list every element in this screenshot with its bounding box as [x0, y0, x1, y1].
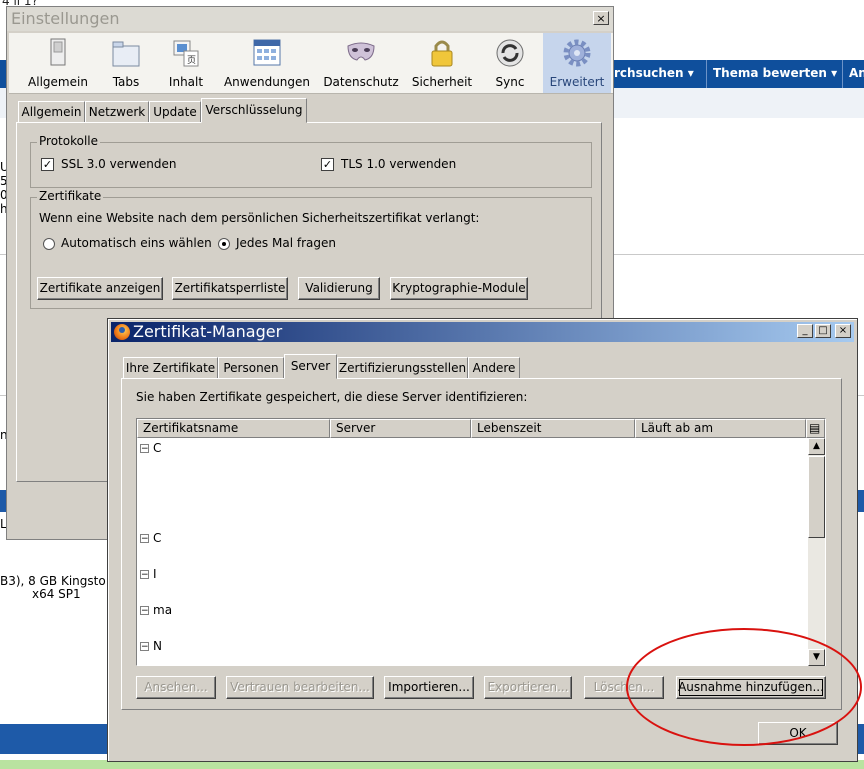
collapse-icon[interactable]: −: [140, 534, 149, 544]
column-header-name[interactable]: Zertifikatsname: [137, 419, 330, 438]
highlight-annotation-ellipse: [626, 628, 862, 746]
radio-auto-select[interactable]: [43, 238, 55, 250]
toolbar-item-tabs[interactable]: Tabs: [101, 33, 151, 93]
toolbar-item-sync[interactable]: Sync: [483, 33, 537, 93]
settings-title: Einstellungen: [11, 9, 120, 28]
import-button[interactable]: Importieren...: [384, 676, 474, 699]
ssl-label: SSL 3.0 verwenden: [61, 157, 177, 171]
applications-icon: [253, 39, 281, 66]
edit-trust-button[interactable]: Vertrauen bearbeiten...: [226, 676, 374, 699]
background-system-info: B3), 8 GB Kingsto: [0, 574, 106, 588]
tab-network[interactable]: Netzwerk: [85, 101, 149, 123]
column-header-server[interactable]: Server: [330, 419, 471, 438]
list-item[interactable]: − C: [140, 531, 161, 545]
column-picker-icon[interactable]: ▤: [806, 419, 825, 438]
radio-ask-every-time-label: Jedes Mal fragen: [236, 236, 336, 250]
scroll-up-icon[interactable]: ▲: [808, 438, 825, 455]
toolbar-label: Anwendungen: [223, 75, 311, 89]
close-button[interactable]: ×: [835, 324, 851, 338]
certificate-group-name: C: [153, 441, 162, 455]
export-button[interactable]: Exportieren...: [484, 676, 572, 699]
certificate-manager-title: Zertifikat-Manager: [133, 322, 283, 341]
settings-close-button[interactable]: ×: [593, 11, 609, 25]
toolbar-label: Sicherheit: [411, 75, 473, 89]
collapse-icon[interactable]: −: [140, 642, 149, 652]
column-header-lifetime[interactable]: Lebenszeit: [471, 419, 635, 438]
toolbar-label: Tabs: [112, 75, 140, 89]
certificate-group-name: I: [153, 567, 157, 581]
collapse-icon[interactable]: −: [140, 606, 149, 616]
radio-ask-every-time[interactable]: [218, 238, 230, 250]
settings-toolbar: Allgemein Tabs 页 Inhalt Anwendungen Date…: [9, 33, 613, 94]
nav-separator: [706, 60, 707, 88]
sync-icon: [496, 39, 524, 67]
scroll-thumb[interactable]: [808, 456, 825, 538]
tab-encryption[interactable]: Verschlüsselung: [201, 98, 307, 123]
collapse-icon[interactable]: −: [140, 570, 149, 580]
maximize-button[interactable]: □: [815, 324, 831, 338]
ssl-checkbox[interactable]: ✓: [41, 158, 54, 171]
list-item[interactable]: − I: [140, 567, 157, 581]
switch-icon: [50, 38, 66, 66]
certificates-group: Zertifikate Wenn eine Website nach dem p…: [30, 189, 592, 309]
certificate-group-name: ma: [153, 603, 173, 617]
nav-item-search[interactable]: rchsuchen ▾: [614, 66, 694, 80]
settings-titlebar[interactable]: Einstellungen ×: [7, 7, 613, 31]
nav-item-more[interactable]: An: [849, 66, 864, 80]
toolbar-item-general[interactable]: Allgemein: [25, 33, 91, 93]
column-header-expires[interactable]: Läuft ab am: [635, 419, 806, 438]
tab-authorities[interactable]: Zertifizierungsstellen: [337, 357, 468, 379]
background-system-info: x64 SP1: [32, 587, 81, 601]
firefox-icon: [114, 324, 130, 340]
toolbar-label: Inhalt: [168, 75, 204, 89]
tls-checkbox[interactable]: ✓: [321, 158, 334, 171]
view-certificates-button[interactable]: Zertifikate anzeigen: [37, 277, 163, 300]
certificates-description: Wenn eine Website nach dem persönlichen …: [39, 211, 480, 225]
list-item[interactable]: − ma: [140, 603, 172, 617]
toolbar-label: Erweitert: [549, 75, 605, 89]
toolbar-item-security[interactable]: Sicherheit: [409, 33, 475, 93]
list-item[interactable]: − C: [140, 441, 161, 455]
protocols-group: Protokolle ✓ SSL 3.0 verwenden ✓ TLS 1.0…: [30, 134, 592, 188]
tabs-icon: [112, 41, 140, 67]
nav-item-rate-thread[interactable]: Thema bewerten ▾: [713, 66, 837, 80]
certificate-group-name: C: [153, 531, 162, 545]
tab-servers[interactable]: Server: [284, 354, 337, 379]
certificate-manager-titlebar[interactable]: Zertifikat-Manager _ □ ×: [111, 322, 854, 342]
radio-auto-select-label: Automatisch eins wählen: [61, 236, 212, 250]
security-devices-button[interactable]: Kryptographie-Module: [390, 277, 528, 300]
revocation-list-button[interactable]: Zertifikatsperrliste: [172, 277, 288, 300]
tab-your-certificates[interactable]: Ihre Zertifikate: [123, 357, 218, 379]
view-button[interactable]: Ansehen...: [136, 676, 216, 699]
tab-update[interactable]: Update: [149, 101, 201, 123]
svg-text:页: 页: [187, 55, 196, 66]
tab-people[interactable]: Personen: [218, 357, 284, 379]
content-icon: 页: [173, 40, 199, 67]
toolbar-label: Allgemein: [28, 75, 88, 89]
list-item[interactable]: − N: [140, 639, 162, 653]
toolbar-item-advanced[interactable]: Erweitert: [543, 33, 611, 93]
toolbar-item-content[interactable]: 页 Inhalt: [161, 33, 211, 93]
vertical-scrollbar[interactable]: ▲ ▼: [808, 438, 825, 666]
nav-separator: [842, 60, 843, 88]
collapse-icon[interactable]: −: [140, 444, 149, 454]
tab-general[interactable]: Allgemein: [18, 101, 85, 123]
tab-others[interactable]: Andere: [468, 357, 520, 379]
toolbar-item-privacy[interactable]: Datenschutz: [321, 33, 401, 93]
toolbar-label: Datenschutz: [323, 75, 399, 89]
tls-label: TLS 1.0 verwenden: [341, 157, 457, 171]
certificates-legend: Zertifikate: [37, 189, 104, 203]
toolbar-item-applications[interactable]: Anwendungen: [221, 33, 313, 93]
gear-icon: [563, 39, 591, 67]
minimize-button[interactable]: _: [797, 324, 813, 338]
toolbar-label: Sync: [495, 75, 525, 89]
lock-icon: [431, 40, 453, 67]
mask-icon: [347, 42, 375, 61]
validation-button[interactable]: Validierung: [298, 277, 380, 300]
certificate-group-name: N: [153, 639, 162, 653]
servers-intro-text: Sie haben Zertifikate gespeichert, die d…: [136, 390, 528, 404]
protocols-legend: Protokolle: [37, 134, 100, 148]
